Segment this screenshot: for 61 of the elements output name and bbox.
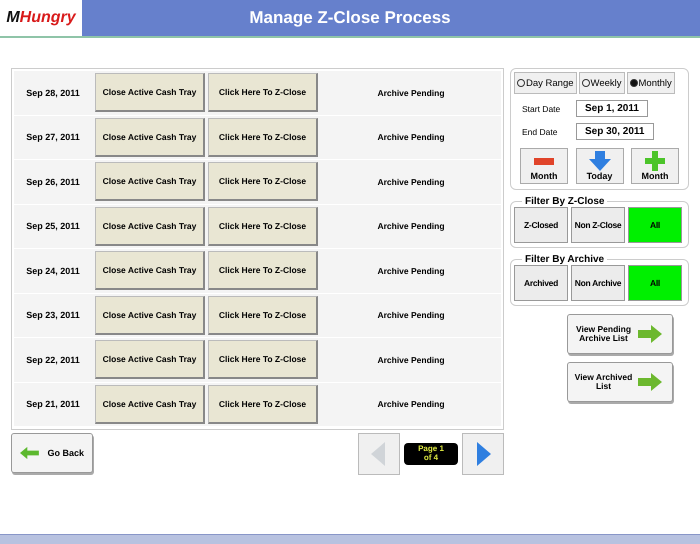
date-cell-text: Sep 25, 2011	[25, 221, 81, 232]
page-indicator: Page 1 of 4	[404, 443, 458, 465]
go-back-button[interactable]: Go Back	[11, 433, 93, 473]
z-close-button[interactable]: Click Here To Z-Close	[208, 296, 318, 335]
status-cell-text: Archive Pending	[376, 399, 446, 410]
status-cell-text: Archive Pending	[376, 221, 446, 232]
range-radio[interactable]: Monthly	[626, 72, 675, 94]
close-cash-tray-button[interactable]: Close Active Cash Tray	[95, 251, 205, 290]
next-month-button[interactable]: Month	[631, 148, 679, 184]
close-cash-tray-button[interactable]: Close Active Cash Tray	[95, 162, 205, 202]
date-cell-text: Sep 24, 2011	[25, 266, 81, 276]
date-cell-text: Sep 27, 2011	[25, 132, 81, 142]
close-cash-tray-button[interactable]: Close Active Cash Tray	[95, 296, 205, 335]
filter-button[interactable]: Archived	[514, 265, 568, 301]
next-page-button[interactable]	[462, 433, 504, 475]
filter-title: Filter By Archive	[524, 254, 606, 265]
close-cash-tray-button[interactable]: Close Active Cash Tray	[95, 73, 205, 112]
previous-month-button[interactable]: Month	[520, 148, 568, 184]
close-cash-tray-button[interactable]: Close Active Cash Tray	[95, 118, 205, 157]
status-cell-text: Archive Pending	[376, 310, 446, 320]
z-close-button[interactable]: Click Here To Z-Close	[208, 162, 318, 202]
close-cash-tray-button[interactable]: Close Active Cash Tray	[95, 206, 205, 246]
close-cash-tray-button[interactable]: Close Active Cash Tray	[95, 384, 205, 424]
z-close-button[interactable]: Click Here To Z-Close	[208, 206, 318, 246]
logo: MHungry	[0, 0, 82, 36]
down-arrow-icon	[588, 151, 612, 171]
z-close-button[interactable]: Click Here To Z-Close	[208, 340, 318, 380]
date-cell-text: Sep 23, 2011	[25, 310, 81, 320]
view-list-button[interactable]: View Pending Archive List	[566, 314, 672, 354]
status-cell-text: Archive Pending	[376, 176, 446, 187]
status-cell-text: Archive Pending	[376, 266, 446, 276]
status-cell-text: Archive Pending	[376, 88, 446, 98]
right-arrow-icon	[638, 373, 662, 391]
range-radio[interactable]: Weekly	[578, 72, 625, 94]
end-date-field[interactable]: Sep 30, 2011	[576, 123, 654, 140]
end-date-label: End Date	[522, 126, 558, 136]
page-title: Manage Z-Close Process	[248, 8, 452, 28]
range-radio[interactable]: Day Range	[514, 72, 577, 94]
plus-icon	[643, 151, 667, 171]
z-close-button[interactable]: Click Here To Z-Close	[208, 73, 318, 112]
filter-button[interactable]: Non Z-Close	[571, 207, 625, 243]
status-cell-text: Archive Pending	[376, 354, 446, 365]
filter-title: Filter By Z-Close	[524, 196, 606, 207]
filter-button[interactable]: Non Archive	[571, 265, 625, 301]
filter-button[interactable]: Z-Closed	[514, 207, 568, 243]
today-button[interactable]: Today	[576, 148, 624, 184]
filter-button[interactable]: All	[628, 207, 682, 243]
status-cell-text: Archive Pending	[376, 132, 446, 142]
right-arrow-icon	[638, 325, 662, 343]
date-cell-text: Sep 26, 2011	[25, 176, 81, 187]
date-cell-text: Sep 21, 2011	[25, 399, 81, 410]
view-list-button[interactable]: View Archived List	[566, 362, 672, 402]
start-date-field[interactable]: Sep 1, 2011	[576, 100, 648, 117]
z-close-button[interactable]: Click Here To Z-Close	[208, 384, 318, 424]
date-cell-text: Sep 22, 2011	[25, 354, 81, 365]
date-cell-text: Sep 28, 2011	[25, 88, 81, 98]
z-close-button[interactable]: Click Here To Z-Close	[208, 251, 318, 290]
close-cash-tray-button[interactable]: Close Active Cash Tray	[95, 340, 205, 380]
filter-button[interactable]: All	[628, 265, 682, 301]
start-date-label: Start Date	[522, 104, 562, 114]
z-close-button[interactable]: Click Here To Z-Close	[208, 118, 318, 157]
